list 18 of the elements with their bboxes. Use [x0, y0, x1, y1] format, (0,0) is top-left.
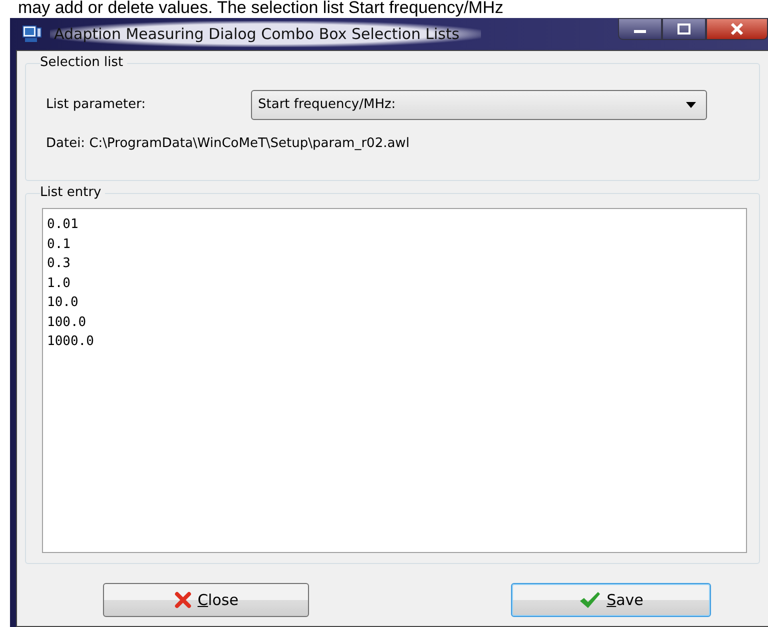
- maximize-icon: [676, 23, 692, 35]
- dropdown-arrow-icon: [686, 102, 696, 108]
- group-title: List entry: [40, 185, 106, 201]
- list-entry-textarea[interactable]: 0.01 0.1 0.3 1.0 10.0 100.0 1000.0: [42, 208, 747, 553]
- checkmark-icon: [578, 591, 601, 609]
- file-path-text: Datei: C:\ProgramData\WinCoMeT\Setup\param_r02.awl: [46, 135, 410, 153]
- cross-icon: [174, 591, 192, 609]
- close-icon: [729, 22, 745, 36]
- field-label: List parameter:: [46, 96, 147, 114]
- window-title: Adaption Measuring Dialog Combo Box Selection Lists: [50, 20, 482, 48]
- close-window-button[interactable]: [706, 18, 768, 40]
- close-button[interactable]: Close: [103, 583, 309, 617]
- save-button[interactable]: Save: [511, 583, 711, 617]
- document-text: may add or delete values. The selection list Start frequency/MHz: [17, 0, 504, 18]
- minimize-button[interactable]: [618, 18, 662, 40]
- app-icon: [22, 25, 42, 43]
- parameter-dropdown[interactable]: Start frequency/MHz:: [251, 90, 707, 120]
- maximize-button[interactable]: [662, 18, 706, 40]
